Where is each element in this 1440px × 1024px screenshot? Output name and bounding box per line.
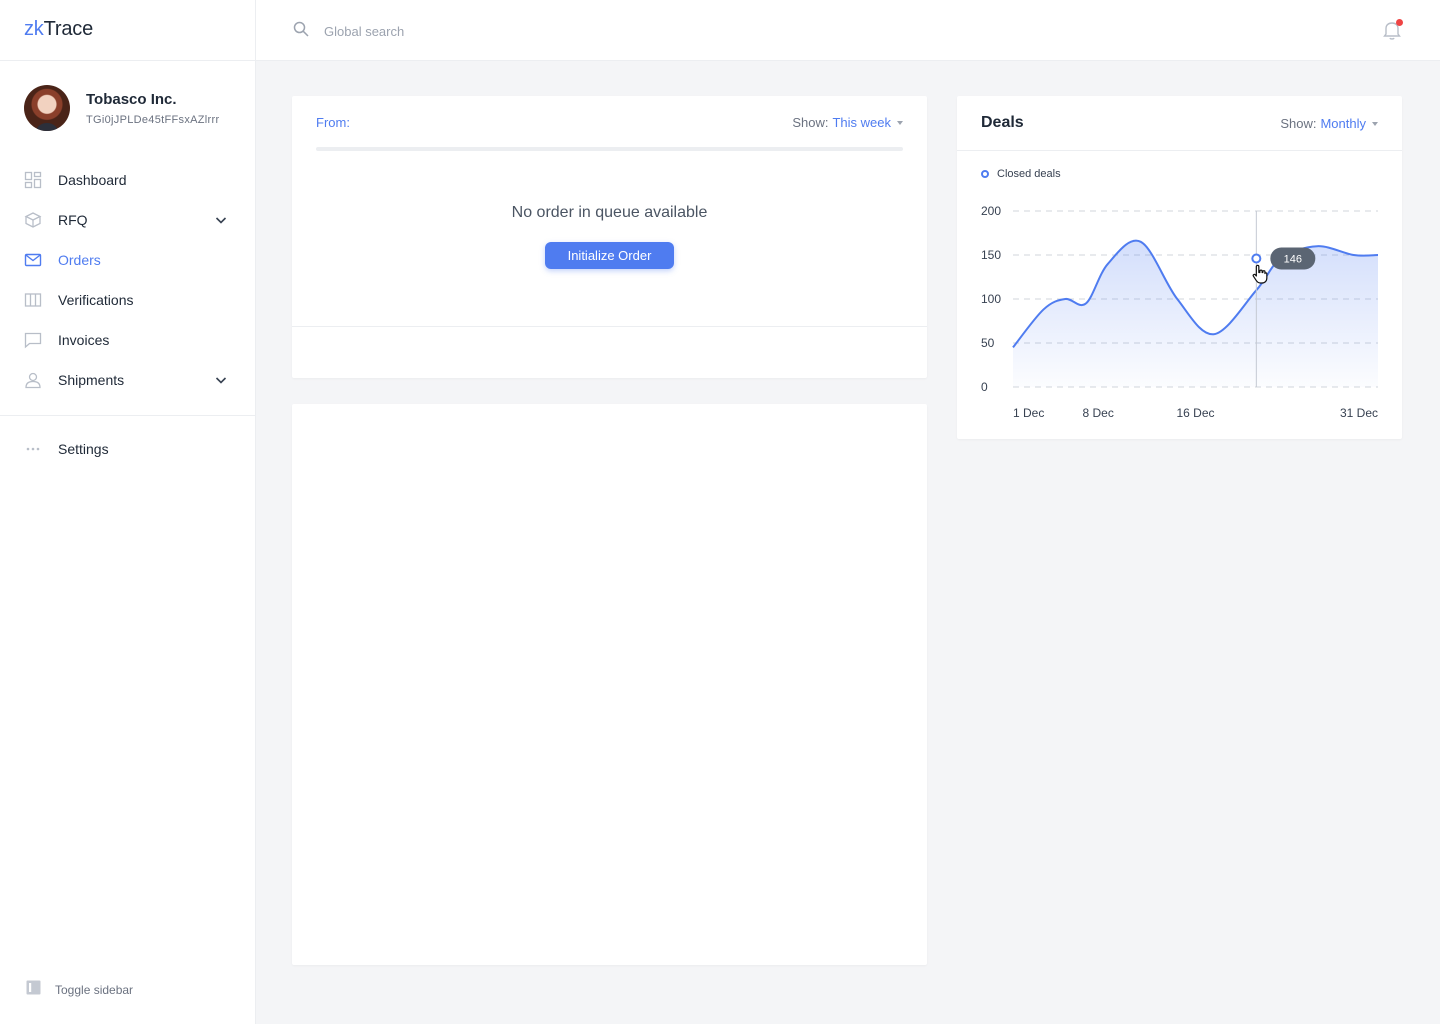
y-tick-label: 100	[981, 292, 1001, 306]
y-tick-label: 200	[981, 204, 1001, 218]
series-area-closed-deals	[1013, 240, 1378, 387]
box-icon	[24, 211, 42, 229]
chat-icon	[24, 331, 42, 349]
sidebar-item-label: RFQ	[58, 212, 88, 228]
topbar	[256, 0, 1440, 61]
sidebar-toggle-icon	[26, 980, 41, 1000]
sidebar: zkTrace Tobasco Inc. TGi0jJPLDe45tFFsxAZ…	[0, 0, 256, 1024]
columns-icon	[24, 291, 42, 309]
x-tick-label: 1 Dec	[1013, 406, 1044, 420]
sidebar-item-invoices[interactable]: Invoices	[0, 320, 256, 360]
avatar	[24, 85, 70, 131]
mail-icon	[24, 251, 42, 269]
user-profile[interactable]: Tobasco Inc. TGi0jJPLDe45tFFsxAZlrrr	[24, 85, 219, 131]
hovered-data-point[interactable]	[1251, 253, 1262, 264]
period-select[interactable]: Show: This week	[792, 115, 903, 130]
sidebar-item-shipments[interactable]: Shipments	[0, 360, 256, 400]
bell-icon	[1382, 22, 1402, 45]
more-dots-icon	[24, 440, 42, 458]
sidebar-item-rfq[interactable]: RFQ	[0, 200, 256, 240]
search-icon	[292, 20, 310, 43]
x-tick-label: 8 Dec	[1082, 406, 1113, 420]
hand-cursor-icon	[1252, 264, 1268, 284]
unread-indicator	[1396, 19, 1403, 26]
sidebar-item-orders[interactable]: Orders	[0, 240, 256, 280]
user-icon	[24, 371, 42, 389]
sidebar-item-settings[interactable]: Settings	[0, 429, 256, 469]
x-tick-label: 31 Dec	[1340, 406, 1378, 420]
notifications-button[interactable]	[1382, 19, 1403, 41]
empty-queue-message: No order in queue available	[511, 204, 708, 221]
sidebar-nav: Dashboard RFQ Orders Verifications Invoi…	[0, 160, 256, 400]
sidebar-item-label: Verifications	[58, 292, 134, 308]
y-tick-label: 50	[981, 336, 995, 350]
company-name: Tobasco Inc.	[86, 90, 177, 108]
app-logo[interactable]: zkTrace	[0, 0, 255, 61]
deals-chart[interactable]: 0 50 100 150 200 1 Dec 8 Dec 16 Dec 31 Dec 146	[957, 96, 1402, 439]
dashboard-icon	[24, 171, 42, 189]
from-filter-label[interactable]: From:	[316, 115, 350, 130]
x-tick-label: 16 Dec	[1176, 406, 1214, 420]
toggle-sidebar-label: Toggle sidebar	[55, 983, 134, 997]
initialize-order-button[interactable]: Initialize Order	[545, 242, 674, 269]
orders-queue-card: From: Show: This week No order in queue …	[292, 96, 927, 378]
y-tick-label: 0	[981, 380, 988, 394]
sidebar-item-verifications[interactable]: Verifications	[0, 280, 256, 320]
search-input[interactable]	[324, 24, 724, 39]
sidebar-item-label: Shipments	[58, 372, 125, 388]
tooltip-value: 146	[1284, 254, 1302, 266]
sidebar-item-dashboard[interactable]: Dashboard	[0, 160, 256, 200]
orders-detail-card	[292, 404, 927, 965]
sidebar-item-label: Orders	[58, 252, 101, 268]
card-footer-divider	[292, 326, 927, 327]
y-tick-label: 150	[981, 248, 1001, 262]
user-id: TGi0jJPLDe45tFFsxAZlrrr	[86, 113, 220, 126]
global-search	[292, 20, 724, 43]
sidebar-item-label: Dashboard	[58, 172, 127, 188]
sidebar-divider	[0, 415, 256, 416]
orders-progress-bar	[316, 147, 903, 151]
caret-down-icon	[897, 120, 903, 125]
chevron-down-icon[interactable]	[214, 213, 228, 227]
toggle-sidebar-button[interactable]: Toggle sidebar	[26, 980, 133, 1000]
deals-card: Deals Show: Monthly Closed deals 0 50 100 1…	[957, 96, 1402, 439]
chevron-down-icon[interactable]	[214, 373, 228, 387]
sidebar-item-label: Settings	[58, 441, 109, 457]
sidebar-item-label: Invoices	[58, 332, 110, 348]
